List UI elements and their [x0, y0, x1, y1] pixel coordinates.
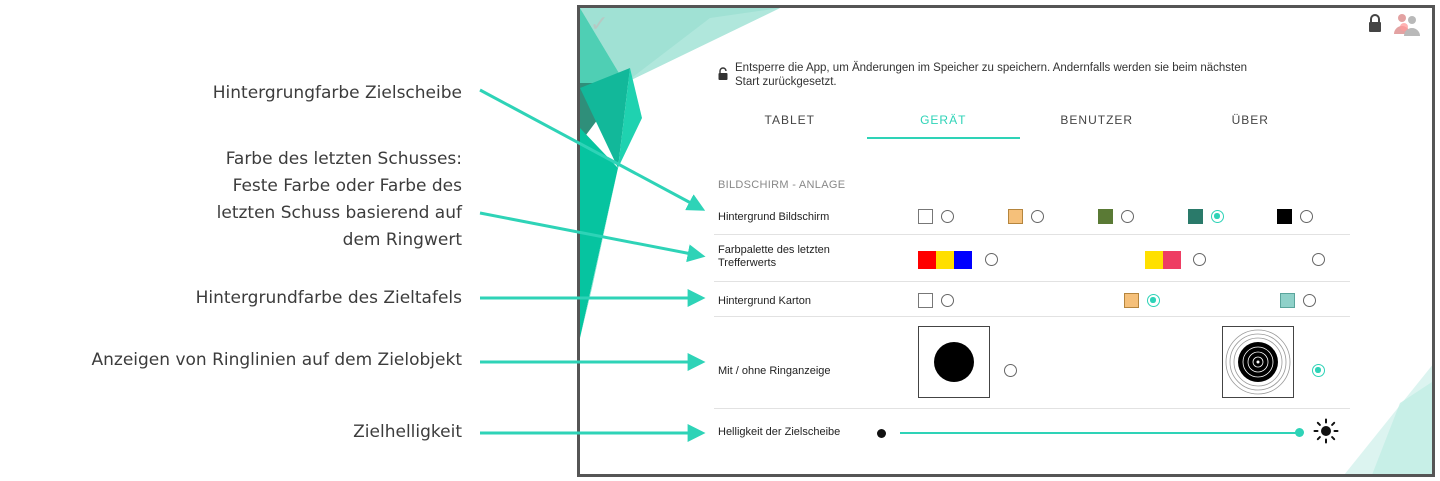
- annotation-arrows: [479, 88, 706, 442]
- arrow-background-target: [479, 88, 706, 211]
- arrow-last-shot-color: [479, 211, 706, 263]
